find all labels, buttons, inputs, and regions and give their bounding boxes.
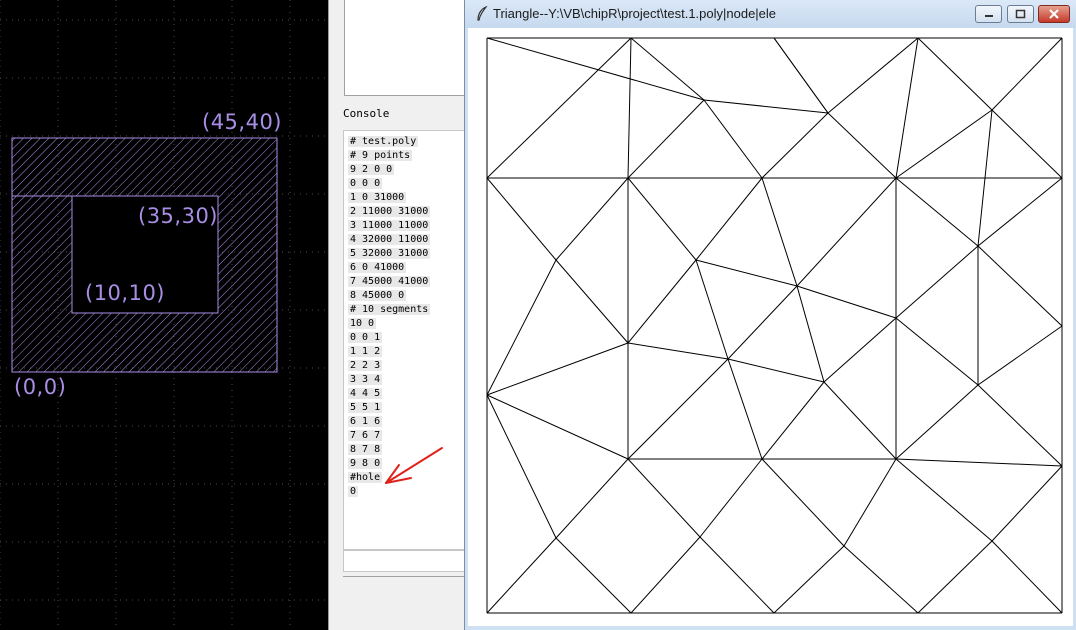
mesh-edge (796, 285, 825, 383)
mesh-edge (895, 109, 993, 179)
mesh-edge (695, 259, 729, 360)
maximize-button[interactable] (1007, 5, 1034, 23)
mesh-edge (761, 177, 798, 287)
mesh-edge (895, 458, 1063, 467)
mesh-edge (977, 325, 1063, 386)
mesh-edge (727, 358, 825, 383)
mesh-edge (843, 545, 919, 614)
title-bar[interactable]: Triangle--Y:\VB\chipR\project\test.1.pol… (465, 0, 1076, 28)
mesh-canvas[interactable] (468, 28, 1073, 626)
annotation-arrow (385, 447, 443, 484)
mesh-edge (486, 342, 629, 396)
mesh-edge (486, 177, 557, 261)
mesh-edge (895, 177, 979, 247)
mesh-edge (703, 99, 829, 114)
close-button[interactable] (1038, 5, 1070, 23)
mesh-edge (773, 545, 845, 614)
mesh-edge (695, 259, 798, 287)
mesh-edge (895, 245, 979, 319)
mesh-edge (895, 384, 979, 460)
label-inner-bottom-left: (10,10) (85, 281, 166, 305)
mesh-edge (991, 37, 1063, 111)
label-origin: (0,0) (14, 375, 67, 399)
label-inner-top-right: (35,30) (138, 204, 219, 228)
close-icon (1049, 9, 1059, 19)
mesh-edge (827, 37, 919, 114)
mesh-edge (977, 245, 1063, 327)
mesh-edge (977, 177, 1063, 247)
mesh-edge (555, 259, 629, 344)
mesh-edge (627, 259, 697, 344)
mesh-edge (627, 99, 705, 179)
mesh-edge (627, 458, 701, 538)
mesh-edge (991, 465, 1063, 542)
minimize-icon (984, 15, 993, 17)
mesh-edge (627, 342, 729, 360)
triangle-window[interactable]: Triangle--Y:\VB\chipR\project\test.1.pol… (464, 0, 1076, 630)
mesh-edge (555, 537, 632, 614)
mesh-edge (761, 381, 825, 460)
mesh-edge (827, 112, 897, 179)
mesh-edge (727, 285, 798, 360)
mesh-edge (991, 540, 1063, 614)
mesh-edge (630, 536, 701, 614)
triangle-mesh (486, 37, 1063, 614)
cad-drawing (0, 0, 328, 630)
mesh-edge (695, 177, 763, 261)
mesh-edge (630, 37, 705, 101)
mesh-edge (917, 540, 993, 614)
mesh-edge (627, 358, 729, 460)
mesh-edge (823, 317, 897, 383)
mesh-edge (796, 177, 897, 287)
mesh-edge (895, 317, 979, 386)
mesh-edge (773, 37, 829, 114)
mesh-edge (823, 381, 897, 460)
maximize-icon (1015, 9, 1026, 19)
mesh-edge (699, 536, 775, 614)
mesh-edge (727, 358, 763, 460)
mesh-edge (991, 109, 1063, 179)
mesh-edge (699, 458, 763, 538)
mesh-edge (761, 112, 829, 179)
minimize-button[interactable] (975, 5, 1002, 23)
mesh-edge (796, 285, 897, 319)
mesh-edge (843, 458, 897, 547)
mesh-edge (486, 259, 557, 396)
mesh-edge (977, 384, 1063, 467)
side-panel: Console # test.poly # 9 points 9 2 0 00 0 … (328, 0, 465, 630)
mesh-edge (761, 458, 845, 547)
cad-canvas[interactable]: (45,40) (35,30) (10,10) (0,0) (0, 0, 328, 630)
mesh-edge (486, 394, 557, 539)
mesh-edge (627, 177, 697, 261)
mesh-edge (555, 458, 629, 539)
label-outer-top-right: (45,40) (202, 110, 283, 134)
mesh-edge (917, 37, 993, 111)
window-title: Triangle--Y:\VB\chipR\project\test.1.pol… (493, 6, 777, 21)
mesh-edge (703, 99, 763, 179)
mesh-edge (895, 37, 919, 179)
feather-icon (477, 6, 488, 21)
mesh-edge (627, 37, 632, 179)
mesh-edge (486, 537, 557, 614)
mesh-edge (486, 394, 629, 460)
mesh-edge (555, 177, 629, 261)
mesh-edge (486, 37, 705, 101)
mesh-edge (895, 458, 993, 542)
